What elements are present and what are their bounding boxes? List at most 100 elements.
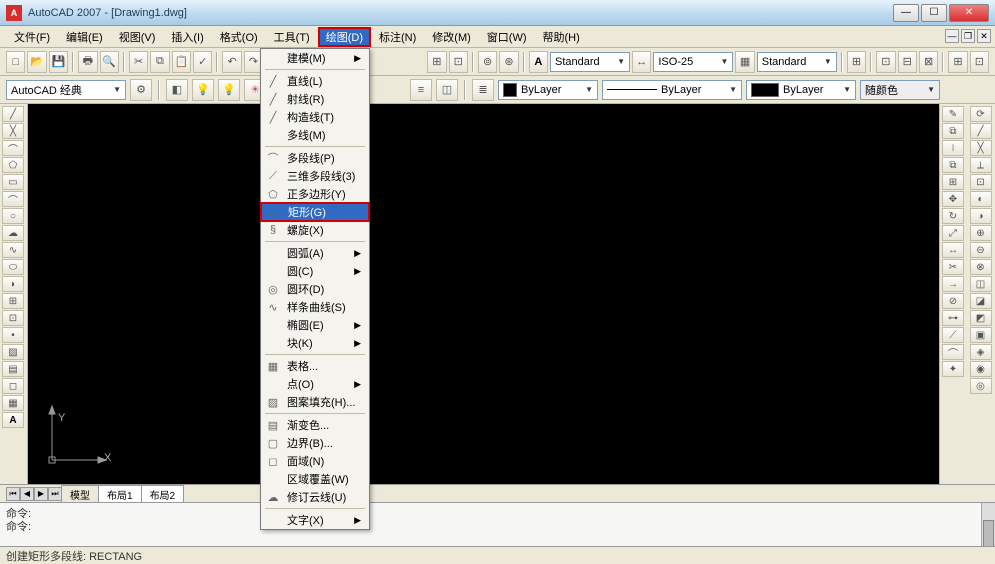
plotcolor-dropdown[interactable]: 随颜色 ▼ — [860, 80, 940, 100]
menu-tools[interactable]: 工具(T) — [266, 27, 318, 47]
menu-view[interactable]: 视图(V) — [111, 27, 164, 47]
block-icon[interactable]: ⊡ — [2, 310, 24, 326]
color-dropdown[interactable]: ByLayer ▼ — [498, 80, 598, 100]
r15-icon[interactable]: ◈ — [970, 344, 992, 360]
pline-icon[interactable]: ⌒ — [2, 140, 24, 156]
menu-item-圆环d[interactable]: ◎圆环(D) — [261, 280, 369, 298]
ellipse-icon[interactable]: ⬭ — [2, 259, 24, 275]
menu-item-区域覆盖w[interactable]: 区域覆盖(W) — [261, 470, 369, 488]
stretch-icon[interactable]: ↔ — [942, 242, 964, 258]
workspace-settings-icon[interactable]: ⚙ — [130, 79, 152, 101]
arc-icon[interactable]: ⌒ — [2, 191, 24, 207]
explode-icon[interactable]: ✦ — [942, 361, 964, 377]
command-scrollbar[interactable] — [981, 503, 995, 546]
fillet-icon[interactable]: ⌒ — [942, 344, 964, 360]
preview-icon[interactable]: 🔍 — [100, 51, 119, 73]
chamfer-icon[interactable]: ⟋ — [942, 327, 964, 343]
circle-icon[interactable]: ○ — [2, 208, 24, 224]
gradient-icon[interactable]: ▤ — [2, 361, 24, 377]
offset-icon[interactable]: ⧉ — [942, 157, 964, 173]
menu-item-螺旋x[interactable]: §螺旋(X) — [261, 221, 369, 239]
tab-first-icon[interactable]: ⏮ — [6, 487, 20, 501]
linetype-dropdown[interactable]: ByLayer ▼ — [602, 80, 742, 100]
paste-icon[interactable]: 📋 — [172, 51, 191, 73]
insert-icon[interactable]: ⊞ — [2, 293, 24, 309]
join-icon[interactable]: ⊶ — [942, 310, 964, 326]
tab-next-icon[interactable]: ▶ — [34, 487, 48, 501]
menu-format[interactable]: 格式(O) — [212, 27, 266, 47]
menu-item-圆c[interactable]: 圆(C)▶ — [261, 262, 369, 280]
misc-4-icon[interactable]: ⊠ — [919, 51, 938, 73]
misc-1-icon[interactable]: ⊞ — [847, 51, 866, 73]
menu-insert[interactable]: 插入(I) — [163, 27, 211, 47]
menu-item-构造线t[interactable]: ╱构造线(T) — [261, 108, 369, 126]
r16-icon[interactable]: ◉ — [970, 361, 992, 377]
menu-item-修订云线u[interactable]: ☁修订云线(U) — [261, 488, 369, 506]
array-icon[interactable]: ⊞ — [942, 174, 964, 190]
extend-icon[interactable]: → — [942, 276, 964, 292]
hatch-icon[interactable]: ▨ — [2, 344, 24, 360]
save-icon[interactable]: 💾 — [49, 51, 68, 73]
dimstyle-dropdown[interactable]: ISO-25 ▼ — [653, 52, 733, 72]
region-icon[interactable]: ◻ — [2, 378, 24, 394]
break-icon[interactable]: ⊘ — [942, 293, 964, 309]
tool-d-icon[interactable]: ⊛ — [499, 51, 518, 73]
menu-file[interactable]: 文件(F) — [6, 27, 58, 47]
print-icon[interactable]: 🖶 — [78, 51, 97, 73]
layer-3-icon[interactable]: 💡 — [218, 79, 240, 101]
tab-model[interactable]: 模型 — [61, 485, 99, 503]
erase-icon[interactable]: ✎ — [942, 106, 964, 122]
copy2-icon[interactable]: ⧉ — [942, 123, 964, 139]
dimstyle-icon[interactable]: ↔ — [632, 51, 651, 73]
tab-layout2[interactable]: 布局2 — [141, 485, 185, 503]
r1-icon[interactable]: ⟳ — [970, 106, 992, 122]
menu-item-边界b[interactable]: ▢边界(B)... — [261, 434, 369, 452]
layer-1-icon[interactable]: ◧ — [166, 79, 188, 101]
close-button[interactable]: ✕ — [949, 4, 989, 22]
tablestyle-dropdown[interactable]: Standard ▼ — [757, 52, 837, 72]
match-icon[interactable]: ✓ — [193, 51, 212, 73]
r4-icon[interactable]: ⟂ — [970, 157, 992, 173]
layeriso-icon[interactable]: ◫ — [436, 79, 458, 101]
textstyle-icon[interactable]: A — [529, 51, 548, 73]
r12-icon[interactable]: ◪ — [970, 293, 992, 309]
menu-item-表格[interactable]: ▦表格... — [261, 357, 369, 375]
tool-a-icon[interactable]: ⊞ — [427, 51, 446, 73]
r3-icon[interactable]: ╳ — [970, 140, 992, 156]
tool-b-icon[interactable]: ⊡ — [449, 51, 468, 73]
maximize-button[interactable]: ☐ — [921, 4, 947, 22]
tab-last-icon[interactable]: ⏭ — [48, 487, 62, 501]
r2-icon[interactable]: ╱ — [970, 123, 992, 139]
menu-edit[interactable]: 编辑(E) — [58, 27, 111, 47]
menu-modify[interactable]: 修改(M) — [424, 27, 479, 47]
mtext-icon[interactable]: A — [2, 412, 24, 428]
scale-icon[interactable]: ⤢ — [942, 225, 964, 241]
mdi-minimize[interactable]: — — [945, 29, 959, 43]
r10-icon[interactable]: ⊗ — [970, 259, 992, 275]
lineweight-dropdown[interactable]: ByLayer ▼ — [746, 80, 856, 100]
r17-icon[interactable]: ◎ — [970, 378, 992, 394]
rotate-icon[interactable]: ↻ — [942, 208, 964, 224]
menu-dimension[interactable]: 标注(N) — [371, 27, 424, 47]
tablestyle-icon[interactable]: ▦ — [735, 51, 754, 73]
menu-item-面域n[interactable]: ◻面域(N) — [261, 452, 369, 470]
tool-c-icon[interactable]: ⊚ — [478, 51, 497, 73]
misc-6-icon[interactable]: ⊡ — [970, 51, 989, 73]
menu-item-块k[interactable]: 块(K)▶ — [261, 334, 369, 352]
r7-icon[interactable]: ◑ — [970, 208, 992, 224]
command-window[interactable]: 命令: 命令: — [0, 502, 995, 546]
menu-item-椭圆e[interactable]: 椭圆(E)▶ — [261, 316, 369, 334]
mdi-restore[interactable]: ❐ — [961, 29, 975, 43]
r13-icon[interactable]: ◩ — [970, 310, 992, 326]
table-icon[interactable]: ▦ — [2, 395, 24, 411]
xline-icon[interactable]: ╳ — [2, 123, 24, 139]
workspace-dropdown[interactable]: AutoCAD 经典 ▼ — [6, 80, 126, 100]
new-icon[interactable]: □ — [6, 51, 25, 73]
open-icon[interactable]: 📂 — [27, 51, 46, 73]
copy-icon[interactable]: ⧉ — [150, 51, 169, 73]
misc-3-icon[interactable]: ⊟ — [898, 51, 917, 73]
cut-icon[interactable]: ✂ — [129, 51, 148, 73]
point-icon[interactable]: • — [2, 327, 24, 343]
menu-help[interactable]: 帮助(H) — [535, 27, 588, 47]
r11-icon[interactable]: ◫ — [970, 276, 992, 292]
